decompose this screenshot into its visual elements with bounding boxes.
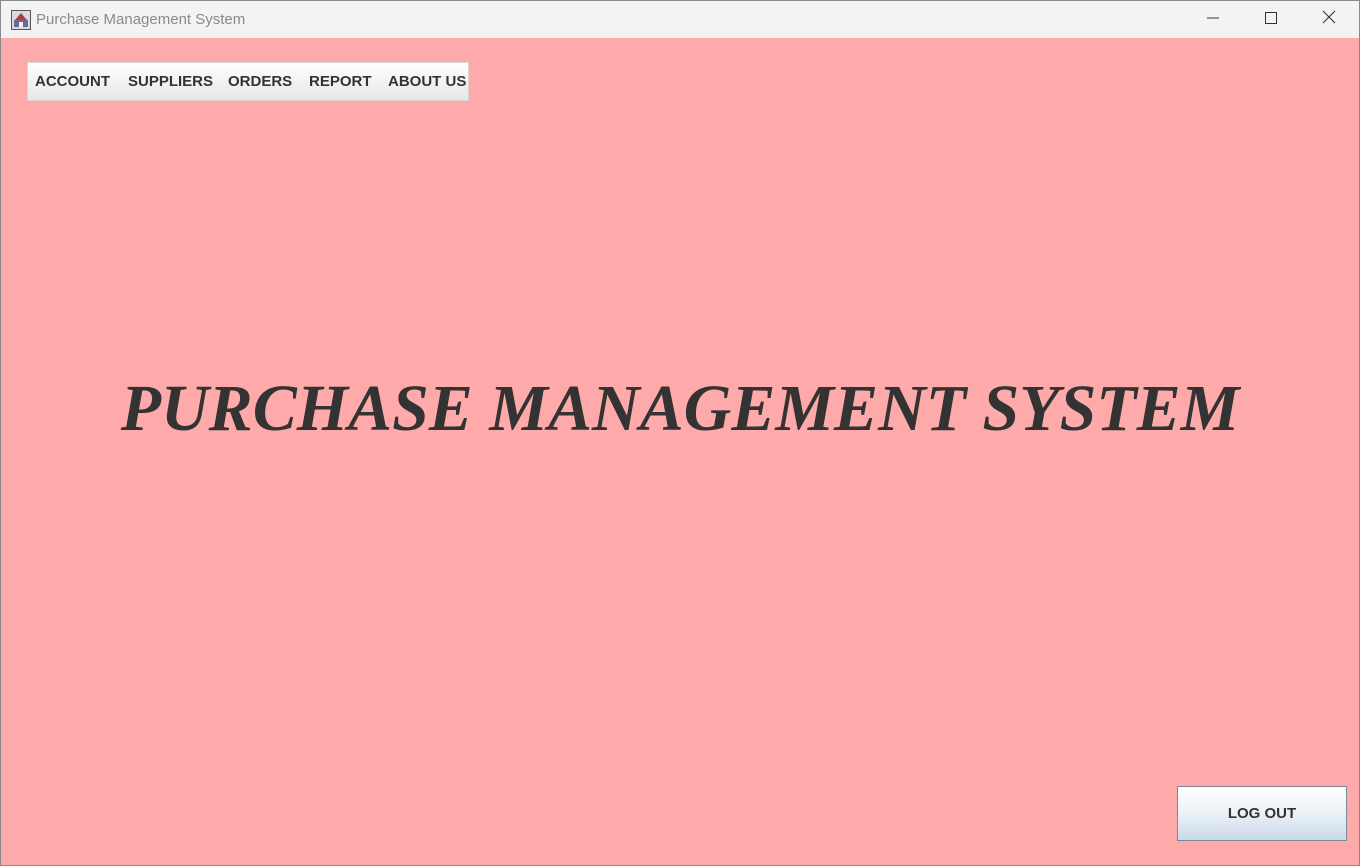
menu-report[interactable]: REPORT [309, 73, 372, 90]
app-window: Purchase Management System ACCOUNT SUPPL… [0, 0, 1360, 866]
menu-bar: ACCOUNT SUPPLIERS ORDERS REPORT ABOUT US [27, 62, 469, 101]
title-bar[interactable]: Purchase Management System [1, 1, 1359, 38]
java-app-icon [11, 10, 31, 30]
page-title: PURCHASE MANAGEMENT SYSTEM [120, 372, 1240, 445]
logout-button[interactable]: LOG OUT [1177, 786, 1347, 841]
minimize-icon [1207, 11, 1219, 29]
menu-suppliers[interactable]: SUPPLIERS [128, 73, 213, 90]
menu-about-us[interactable]: ABOUT US [388, 73, 466, 90]
close-icon [1322, 10, 1336, 29]
maximize-button[interactable] [1242, 1, 1300, 38]
window-title: Purchase Management System [36, 11, 246, 28]
menu-orders[interactable]: ORDERS [228, 73, 292, 90]
maximize-icon [1265, 11, 1277, 29]
menu-account[interactable]: ACCOUNT [35, 73, 110, 90]
minimize-button[interactable] [1184, 1, 1242, 38]
close-button[interactable] [1300, 1, 1358, 38]
